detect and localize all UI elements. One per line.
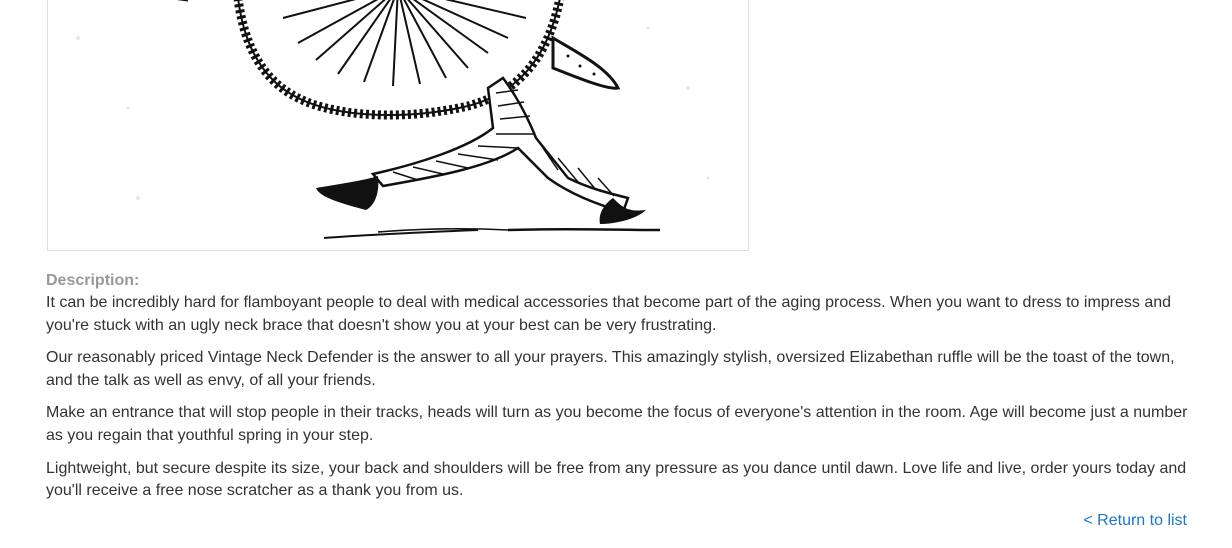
product-image (47, 0, 749, 251)
description-paragraph: Our reasonably priced Vintage Neck Defen… (46, 349, 1175, 389)
product-description-section: Description: It can be incredibly hard f… (46, 270, 1188, 513)
ruffle-dancer-illustration (76, 0, 710, 239)
description-paragraph: Make an entrance that will stop people i… (46, 404, 1188, 444)
description-text: It can be incredibly hard for flamboyant… (46, 292, 1188, 503)
description-paragraph: It can be incredibly hard for flamboyant… (46, 294, 1172, 334)
description-paragraph: Lightweight, but secure despite its size… (46, 459, 1187, 500)
description-label: Description: (46, 272, 140, 289)
return-to-list-link[interactable]: < Return to list (1083, 512, 1187, 529)
return-row: < Return to list (1083, 512, 1187, 530)
